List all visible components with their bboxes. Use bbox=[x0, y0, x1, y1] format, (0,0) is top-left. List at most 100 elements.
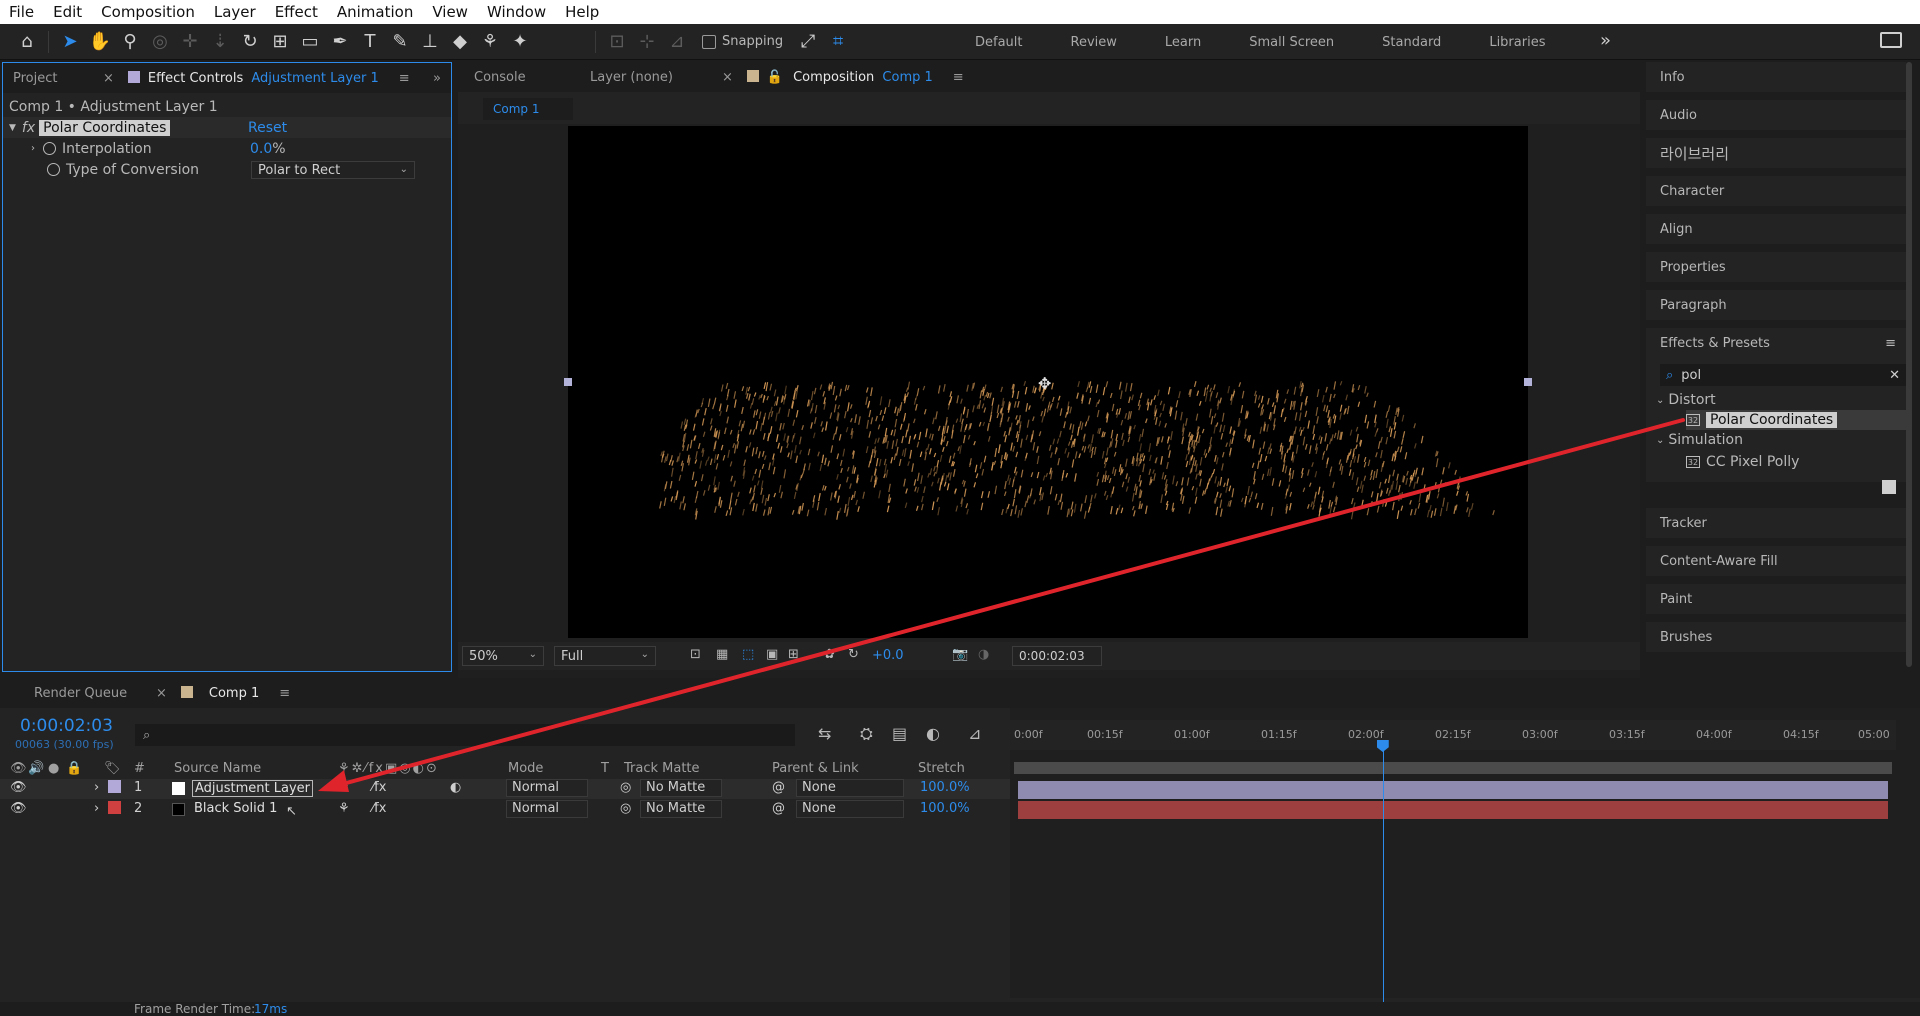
chevron-down-icon[interactable]: ⌄ bbox=[1656, 435, 1664, 446]
playhead-line[interactable] bbox=[1382, 740, 1384, 1016]
panel-info[interactable]: Info bbox=[1646, 62, 1906, 92]
timeline-search-input[interactable]: ⌕ bbox=[135, 724, 795, 746]
table-row[interactable]: 👁 › 2 Black Solid 1 ↖ ⚘ ⁄fx Normal ◎ No … bbox=[0, 800, 1010, 820]
fast-previews-icon[interactable]: ⊡ bbox=[690, 647, 701, 662]
tab-comp-timeline[interactable]: Comp 1 bbox=[171, 685, 269, 701]
menu-view[interactable]: View bbox=[423, 3, 478, 21]
column-stretch[interactable]: Stretch bbox=[918, 761, 965, 776]
menu-window[interactable]: Window bbox=[478, 3, 556, 21]
mask-path-icon[interactable]: ⬚ bbox=[742, 647, 754, 662]
timeline-current-time[interactable]: 0:00:02:03 bbox=[20, 716, 113, 736]
axis-local-icon[interactable]: ⊡ bbox=[602, 27, 632, 57]
time-ruler[interactable]: 0:00f 00:15f 01:00f 01:15f 02:00f 02:15f 03:00… bbox=[1010, 720, 1896, 750]
parent-dropdown[interactable]: None bbox=[796, 779, 904, 797]
workspace-libraries[interactable]: Libraries bbox=[1489, 35, 1545, 50]
tab-render-queue[interactable]: Render Queue bbox=[0, 686, 152, 701]
eye-icon[interactable]: 👁 bbox=[10, 780, 27, 795]
layer-duration-bar-adjustment[interactable] bbox=[1018, 781, 1888, 799]
home-icon[interactable]: ⌂ bbox=[12, 27, 42, 57]
stopwatch-icon[interactable] bbox=[47, 163, 60, 176]
panel-expand-icon[interactable]: » bbox=[423, 71, 451, 86]
pen-tool-icon[interactable]: ✒ bbox=[325, 27, 355, 57]
tab-layer[interactable]: Layer (none) bbox=[576, 70, 718, 85]
axis-world-icon[interactable]: ⊹ bbox=[632, 27, 662, 57]
stretch-value[interactable]: 100.0% bbox=[920, 801, 970, 816]
chevron-right-icon[interactable]: › bbox=[31, 143, 35, 154]
comp-navigator-tab[interactable]: Comp 1 bbox=[483, 98, 573, 120]
effect-controls-layer-link[interactable]: Adjustment Layer 1 bbox=[251, 71, 378, 86]
zoom-dropdown[interactable]: 50% ⌄ bbox=[462, 646, 544, 666]
stopwatch-icon[interactable] bbox=[43, 142, 56, 155]
panel-libraries-kr[interactable]: 라이브러리 bbox=[1646, 138, 1906, 168]
draft-3d-icon[interactable]: ⛭ bbox=[860, 724, 873, 744]
pick-whip-icon[interactable]: @ bbox=[772, 801, 785, 816]
axis-view-icon[interactable]: ⊿ bbox=[662, 27, 692, 57]
brush-tool-icon[interactable]: ✎ bbox=[385, 27, 415, 57]
panel-tracker[interactable]: Tracker bbox=[1646, 508, 1906, 538]
panel-menu-icon[interactable]: ≡ bbox=[389, 71, 420, 86]
chevron-down-icon[interactable]: ⌄ bbox=[1656, 395, 1664, 406]
dolly-camera-icon[interactable]: ⇣ bbox=[205, 27, 235, 57]
menu-layer[interactable]: Layer bbox=[205, 3, 266, 21]
column-mode[interactable]: Mode bbox=[508, 761, 543, 776]
fx-toggle-icon[interactable]: fx bbox=[22, 120, 35, 136]
snap-features-icon[interactable]: ⌗ bbox=[823, 27, 853, 57]
column-track-matte[interactable]: Track Matte bbox=[624, 761, 700, 776]
tab-composition[interactable]: 🔓 Composition Comp 1 bbox=[737, 69, 943, 85]
track-matte-dropdown[interactable]: No Matte bbox=[640, 800, 722, 818]
workspace-default[interactable]: Default bbox=[975, 35, 1023, 50]
effect-header-row[interactable]: ▼ fx Polar Coordinates Reset bbox=[3, 117, 451, 138]
conversion-dropdown[interactable]: Polar to Rect ⌄ bbox=[251, 161, 415, 179]
alpha-link-icon[interactable]: ◎ bbox=[620, 780, 631, 795]
effects-search-input[interactable]: ⌕ pol ✕ bbox=[1660, 364, 1906, 386]
eye-icon[interactable]: 👁 bbox=[10, 801, 27, 816]
tab-console[interactable]: Console bbox=[458, 70, 576, 85]
panel-brushes[interactable]: Brushes bbox=[1646, 622, 1906, 652]
solo-toggle-icon[interactable]: ● bbox=[48, 761, 59, 776]
stretch-value[interactable]: 100.0% bbox=[920, 780, 970, 795]
menu-help[interactable]: Help bbox=[556, 3, 609, 21]
panel-menu-icon[interactable]: ≡ bbox=[943, 70, 974, 85]
workspace-layout-icon[interactable] bbox=[1880, 32, 1902, 48]
label-tag-icon[interactable]: 🏷 bbox=[104, 761, 121, 776]
comp-mini-flowchart-icon[interactable]: ⇆ bbox=[818, 724, 831, 743]
effect-switch-icon[interactable]: ⁄fx bbox=[372, 780, 386, 795]
lock-icon[interactable]: 🔓 bbox=[767, 70, 783, 85]
tab-effect-controls[interactable]: Effect Controls Adjustment Layer 1 bbox=[118, 70, 389, 86]
adjustment-switch-icon[interactable]: ◐ bbox=[450, 780, 461, 795]
workspace-learn[interactable]: Learn bbox=[1165, 35, 1201, 50]
panel-menu-icon[interactable]: ≡ bbox=[1885, 336, 1896, 351]
close-icon[interactable]: × bbox=[152, 686, 171, 701]
tab-project[interactable]: Project bbox=[3, 71, 99, 86]
layer-name[interactable]: Adjustment Layer bbox=[192, 780, 314, 797]
mode-dropdown[interactable]: Normal bbox=[506, 779, 588, 797]
type-tool-icon[interactable]: T bbox=[355, 27, 385, 57]
new-folder-icon[interactable] bbox=[1882, 480, 1896, 494]
composition-comp-link[interactable]: Comp 1 bbox=[882, 70, 932, 85]
anchor-point-icon[interactable]: ✥ bbox=[1038, 374, 1051, 393]
zoom-tool-icon[interactable]: ⚲ bbox=[115, 27, 145, 57]
panel-properties[interactable]: Properties bbox=[1646, 252, 1906, 282]
panel-paragraph[interactable]: Paragraph bbox=[1646, 290, 1906, 320]
work-area-bar[interactable] bbox=[1014, 762, 1892, 774]
selection-tool-icon[interactable]: ➤ bbox=[55, 27, 85, 57]
layer-label-color[interactable] bbox=[108, 780, 121, 793]
grid-guides-icon[interactable]: ⊞ bbox=[788, 647, 799, 662]
track-matte-dropdown[interactable]: No Matte bbox=[640, 779, 722, 797]
clear-search-icon[interactable]: ✕ bbox=[1889, 368, 1900, 383]
exposure-value[interactable]: +0.0 bbox=[872, 648, 904, 663]
panel-effects-presets[interactable]: Effects & Presets ≡ bbox=[1646, 328, 1906, 358]
pan-behind-tool-icon[interactable]: ⊞ bbox=[265, 27, 295, 57]
panel-content-aware-fill[interactable]: Content-Aware Fill bbox=[1646, 546, 1906, 576]
snapping-checkbox[interactable] bbox=[702, 34, 716, 49]
hand-tool-icon[interactable]: ✋ bbox=[85, 27, 115, 57]
video-toggle-icon[interactable]: 👁 bbox=[10, 761, 27, 776]
workspace-review[interactable]: Review bbox=[1071, 35, 1117, 50]
pan-camera-icon[interactable]: ✛ bbox=[175, 27, 205, 57]
layer-label-color[interactable] bbox=[108, 801, 121, 814]
reset-exposure-icon[interactable]: ↻ bbox=[848, 647, 859, 662]
snap-edges-icon[interactable]: ⤢ bbox=[793, 27, 823, 57]
effect-switch-icon[interactable]: ⁄fx bbox=[372, 801, 386, 816]
chevron-right-icon[interactable]: › bbox=[94, 780, 99, 795]
clone-stamp-tool-icon[interactable]: ⊥ bbox=[415, 27, 445, 57]
